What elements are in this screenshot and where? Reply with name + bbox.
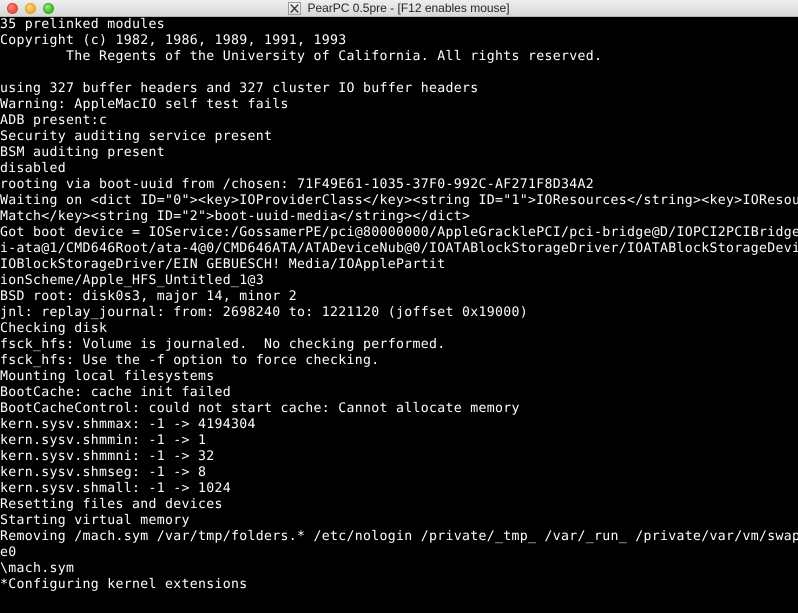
console-line: Got boot device = IOService:/GossamerPE/… (0, 225, 798, 240)
window-title: PearPC 0.5pre - [F12 enables mouse] (307, 0, 510, 15)
console-line: *Configuring kernel extensions (0, 577, 248, 592)
console-line: Removing /mach.sym /var/tmp/folders.* /e… (0, 529, 798, 544)
console-line: BSD root: disk0s3, major 14, minor 2 (0, 289, 297, 304)
console-line: The Regents of the University of Califor… (0, 49, 603, 64)
pearpc-window: PearPC 0.5pre - [F12 enables mouse] 35 p… (0, 0, 798, 613)
console-line: kern.sysv.shmall: -1 -> 1024 (0, 481, 231, 496)
console-line: disabled (0, 161, 66, 176)
titlebar-center: PearPC 0.5pre - [F12 enables mouse] (0, 0, 798, 16)
console-line: kern.sysv.shmmax: -1 -> 4194304 (0, 417, 256, 432)
emulator-screen[interactable]: 35 prelinked modules Copyright (c) 1982, … (0, 17, 798, 613)
console-line: Warning: AppleMacIO self test fails (0, 97, 289, 112)
console-line: 35 prelinked modules (0, 17, 165, 32)
console-line: e0 (0, 545, 17, 560)
console-line: Waiting on <dict ID="0"><key>IOProviderC… (0, 193, 798, 208)
minimize-button[interactable] (25, 2, 36, 14)
console-output: 35 prelinked modules Copyright (c) 1982, … (0, 17, 798, 593)
console-line: fsck_hfs: Use the -f option to force che… (0, 353, 380, 368)
console-line: \mach.sym (0, 561, 75, 576)
console-line: Resetting files and devices (0, 497, 223, 512)
x11-icon (288, 1, 302, 15)
zoom-button[interactable] (43, 2, 54, 14)
console-line: Copyright (c) 1982, 1986, 1989, 1991, 19… (0, 33, 347, 48)
console-line: IOBlockStorageDriver/EIN GEBUESCH! Media… (0, 257, 446, 272)
console-line: Checking disk (0, 321, 108, 336)
close-button[interactable] (7, 2, 18, 14)
console-line: Mounting local filesystems (0, 369, 215, 384)
window-titlebar[interactable]: PearPC 0.5pre - [F12 enables mouse] (0, 0, 798, 17)
console-line: kern.sysv.shmmin: -1 -> 1 (0, 433, 207, 448)
console-line: jnl: replay_journal: from: 2698240 to: 1… (0, 305, 528, 320)
console-line: fsck_hfs: Volume is journaled. No checki… (0, 337, 446, 352)
console-line: ADB present:c (0, 113, 108, 128)
console-line: Security auditing service present (0, 129, 273, 144)
console-line: i-ata@1/CMD646Root/ata-4@0/CMD646ATA/ATA… (0, 241, 798, 256)
console-line: ionScheme/Apple_HFS_Untitled_1@3 (0, 273, 264, 288)
console-line: BootCache: cache init failed (0, 385, 231, 400)
console-line: using 327 buffer headers and 327 cluster… (0, 81, 479, 96)
console-line: Match</key><string ID="2">boot-uuid-medi… (0, 209, 471, 224)
window-controls (0, 2, 54, 14)
console-line: BootCacheControl: could not start cache:… (0, 401, 520, 416)
console-line: kern.sysv.shmmni: -1 -> 32 (0, 449, 215, 464)
console-line: rooting via boot-uuid from /chosen: 71F4… (0, 177, 594, 192)
console-line: kern.sysv.shmseg: -1 -> 8 (0, 465, 207, 480)
console-line: BSM auditing present (0, 145, 165, 160)
console-line: Starting virtual memory (0, 513, 190, 528)
